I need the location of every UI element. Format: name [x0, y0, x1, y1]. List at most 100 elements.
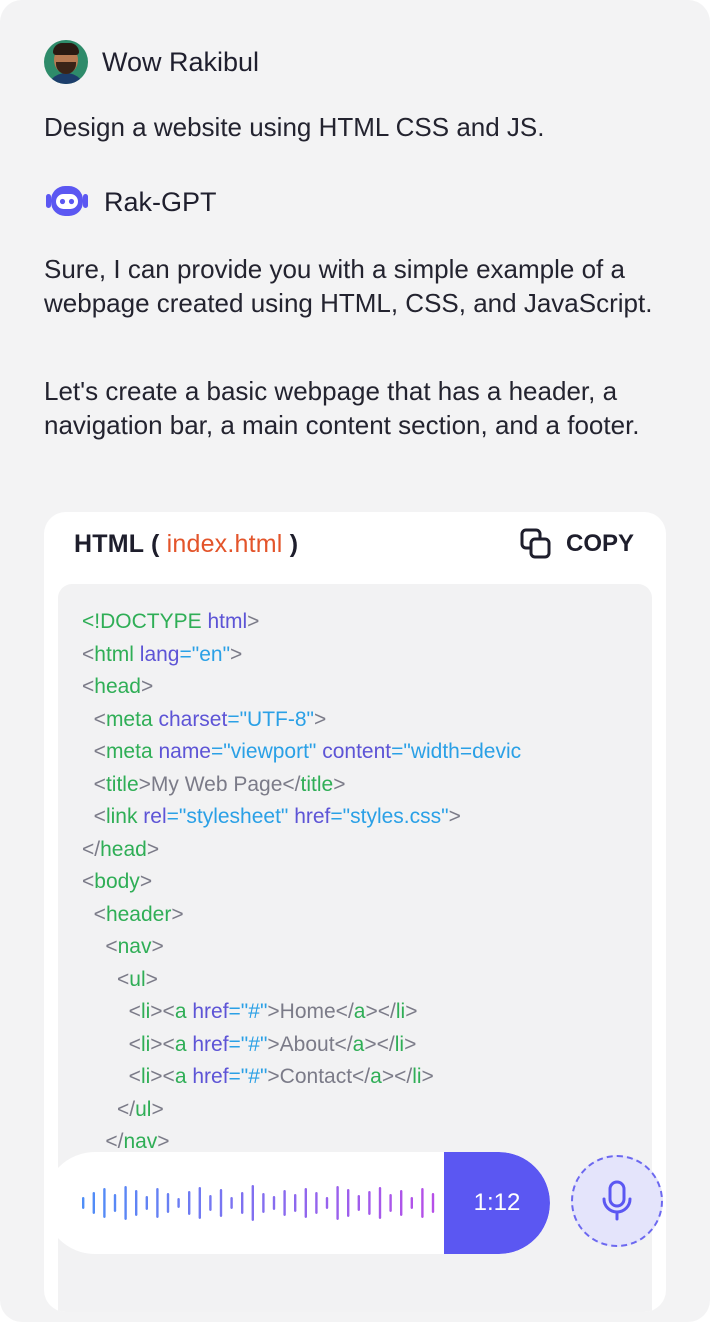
code-line: <html lang="en">: [82, 639, 521, 672]
voice-recorder[interactable]: 1:12: [44, 1152, 550, 1254]
code-token: </: [82, 1097, 136, 1121]
wave-bar: [336, 1186, 339, 1220]
code-token: a: [353, 1000, 366, 1023]
code-token: html: [94, 642, 134, 666]
code-token: <: [82, 805, 106, 828]
code-token: >: [405, 1000, 418, 1023]
code-token: <: [82, 902, 106, 926]
code-token: ul: [129, 967, 146, 991]
code-token: ="#": [228, 1065, 268, 1088]
code-token: html: [201, 610, 248, 633]
code-token: >: [146, 837, 160, 861]
code-token: ="styles.css": [330, 805, 449, 828]
code-token: >My Web Page</: [138, 772, 301, 796]
voice-timer: 1:12: [444, 1152, 550, 1254]
code-token: meta: [105, 740, 153, 763]
wave-bar: [304, 1188, 307, 1218]
code-token: name: [152, 740, 211, 763]
code-line: <li><a href="#">Contact</a></li>: [82, 1061, 521, 1094]
code-token: >: [139, 870, 153, 893]
microphone-button[interactable]: [571, 1155, 663, 1247]
code-token: href: [186, 1065, 229, 1088]
code-language: HTML: [74, 530, 144, 558]
code-token: href: [186, 1032, 229, 1056]
code-token: content: [316, 740, 392, 763]
code-token: DOCTYPE: [100, 610, 202, 633]
code-token: lang: [133, 642, 180, 666]
code-token: li: [395, 1000, 406, 1023]
code-token: ="viewport": [211, 740, 317, 763]
code-line: </head>: [82, 834, 521, 867]
wave-bar: [410, 1197, 413, 1209]
audio-waveform: [82, 1185, 435, 1221]
code-token: <: [82, 642, 95, 666]
user-sender: Wow Rakibul: [44, 40, 259, 84]
code-token: a: [174, 1065, 187, 1088]
code-token: </: [82, 1130, 124, 1153]
wave-bar: [198, 1187, 201, 1219]
code-token: >: [151, 935, 164, 958]
code-token: head: [100, 837, 147, 861]
code-token: <: [82, 967, 130, 991]
code-token: >: [333, 772, 346, 796]
code-line: <li><a href="#">Home</a></li>: [82, 996, 521, 1029]
code-token: title: [300, 772, 334, 796]
code-token: >: [448, 805, 461, 828]
code-token: <: [82, 870, 95, 893]
code-token: ="#": [228, 1000, 268, 1023]
code-token: nav: [117, 935, 152, 958]
user-name: Wow Rakibul: [102, 46, 260, 77]
wave-bar: [230, 1197, 233, 1209]
copy-label: COPY: [565, 530, 634, 557]
wave-bar: [177, 1198, 180, 1208]
code-token: >: [151, 1097, 164, 1121]
code-token: >: [230, 642, 243, 666]
code-line: <header>: [82, 899, 521, 932]
code-token: li: [394, 1032, 405, 1056]
wave-bar: [315, 1192, 318, 1214]
code-token: >About</: [267, 1032, 353, 1056]
code-line: <body>: [82, 866, 521, 899]
code-token: ="width=devic: [391, 740, 522, 763]
chat-panel: Wow Rakibul Design a website using HTML …: [0, 0, 710, 1322]
bot-name: Rak-GPT: [104, 186, 217, 217]
wave-bar: [113, 1194, 117, 1212]
code-token: >: [157, 1130, 170, 1153]
code-line: <meta name="viewport" content="width=dev…: [82, 736, 521, 769]
code-token: head: [94, 675, 141, 698]
copy-button[interactable]: COPY: [518, 526, 634, 562]
bot-sender: Rak-GPT: [44, 182, 217, 222]
code-token: </: [82, 837, 101, 861]
wave-bar: [188, 1191, 191, 1215]
wave-bar: [400, 1190, 403, 1216]
code-token: >: [404, 1032, 417, 1056]
code-token: li: [412, 1065, 422, 1088]
microphone-icon: [602, 1180, 632, 1221]
code-token: >: [140, 675, 154, 698]
code-token: ><: [150, 1032, 175, 1056]
wave-bar: [389, 1194, 392, 1212]
code-token: <: [82, 1000, 141, 1023]
user-message: Design a website using HTML CSS and JS.: [44, 112, 545, 142]
code-token: a: [174, 1032, 187, 1056]
code-token: ="#": [228, 1032, 268, 1056]
code-token: li: [140, 1032, 151, 1056]
code-token: >: [314, 707, 327, 731]
code-token: href: [186, 1000, 229, 1023]
bot-message-1: Sure, I can provide you with a simple ex…: [44, 254, 653, 318]
wave-bar: [251, 1185, 254, 1221]
code-token: ="en": [179, 642, 231, 666]
wave-bar: [103, 1188, 106, 1218]
wave-bar: [357, 1195, 360, 1211]
code-token: href: [288, 805, 331, 828]
code-line: <ul>: [82, 964, 521, 997]
code-content: <!DOCTYPE html> <html lang="en"> <head> <m…: [82, 606, 521, 1159]
code-token: >: [145, 967, 158, 991]
wave-bar: [166, 1193, 170, 1213]
code-token: ></: [365, 1000, 396, 1023]
copy-icon: [520, 528, 551, 559]
code-token: ="UTF-8": [227, 707, 314, 731]
wave-bar: [124, 1186, 127, 1220]
code-token: ul: [135, 1097, 152, 1121]
code-token: ></: [381, 1065, 413, 1088]
